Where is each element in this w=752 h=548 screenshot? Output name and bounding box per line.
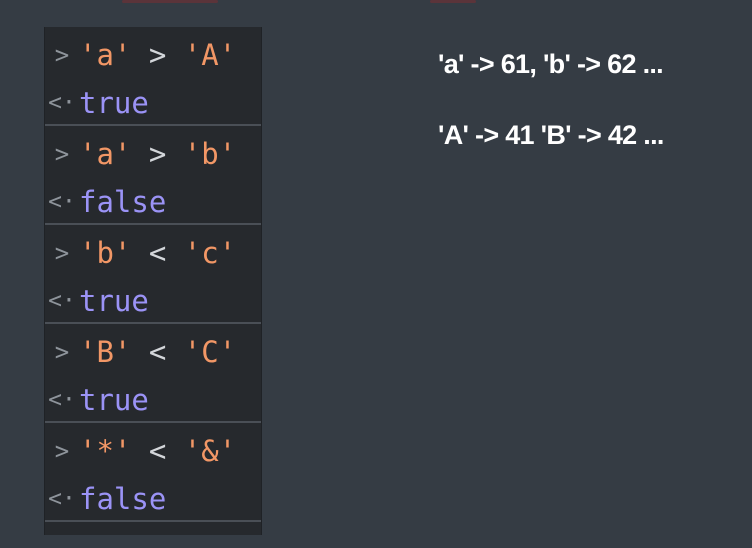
comparison-operator: > xyxy=(148,37,167,72)
input-prompt-icon: > xyxy=(54,140,70,168)
result-prompt-icon: <· xyxy=(48,188,76,215)
console-output-line: <· true xyxy=(45,277,263,325)
console-entry-4: > 'B' < 'C' <· true xyxy=(45,324,261,423)
left-string: 'a' xyxy=(79,136,132,171)
console-input-line: > '*' < '&' xyxy=(45,427,263,475)
left-string: 'B' xyxy=(79,334,132,369)
console-output-line: <· false xyxy=(45,475,263,523)
input-prompt-icon: > xyxy=(54,41,70,69)
result-value: true xyxy=(79,85,149,120)
result-value: false xyxy=(79,184,167,219)
left-string: 'b' xyxy=(79,235,132,270)
lowercase-code-note: 'a' -> 61, 'b' -> 62 ... xyxy=(438,49,664,79)
right-string: 'b' xyxy=(183,136,237,171)
comparison-operator: > xyxy=(148,136,167,171)
result-prompt-icon: <· xyxy=(48,485,76,512)
comparison-operator: < xyxy=(148,334,167,369)
input-prompt-icon: > xyxy=(54,239,70,267)
right-string: '&' xyxy=(183,433,237,468)
right-string: 'A' xyxy=(183,37,237,72)
comparison-operator: < xyxy=(148,433,167,468)
console-input-line: > 'b' < 'c' xyxy=(45,229,263,277)
result-value: false xyxy=(79,481,167,516)
result-value: true xyxy=(79,283,149,318)
uppercase-code-note: 'A' -> 41 'B' -> 42 ... xyxy=(438,120,664,150)
console-input-line: > 'a' > 'b' xyxy=(45,130,263,178)
right-string: 'c' xyxy=(183,235,237,270)
console-input-line: > 'a' > 'A' xyxy=(45,31,263,79)
result-prompt-icon: <· xyxy=(48,386,76,413)
result-prompt-icon: <· xyxy=(48,287,76,314)
right-string: 'C' xyxy=(183,334,237,369)
top-red-mark-left xyxy=(122,0,218,3)
top-red-mark-right xyxy=(430,0,476,3)
left-string: '*' xyxy=(79,433,132,468)
console-output-line: <· false xyxy=(45,178,263,226)
result-prompt-icon: <· xyxy=(48,89,76,116)
input-prompt-icon: > xyxy=(54,338,70,366)
input-prompt-icon: > xyxy=(54,437,70,465)
console-entry-5: > '*' < '&' <· false xyxy=(45,423,261,522)
console-entry-1: > 'a' > 'A' <· true xyxy=(45,27,261,126)
console-output-line: <· true xyxy=(45,376,263,424)
console-input-line: > 'B' < 'C' xyxy=(45,328,263,376)
devtools-console: > 'a' > 'A' <· true > 'a' > 'b' <· false… xyxy=(44,27,262,535)
console-entry-3: > 'b' < 'c' <· true xyxy=(45,225,261,324)
left-string: 'a' xyxy=(79,37,132,72)
top-decoration xyxy=(0,0,752,6)
console-entry-2: > 'a' > 'b' <· false xyxy=(45,126,261,225)
console-output-line: <· true xyxy=(45,79,263,127)
result-value: true xyxy=(79,382,149,417)
comparison-operator: < xyxy=(148,235,167,270)
